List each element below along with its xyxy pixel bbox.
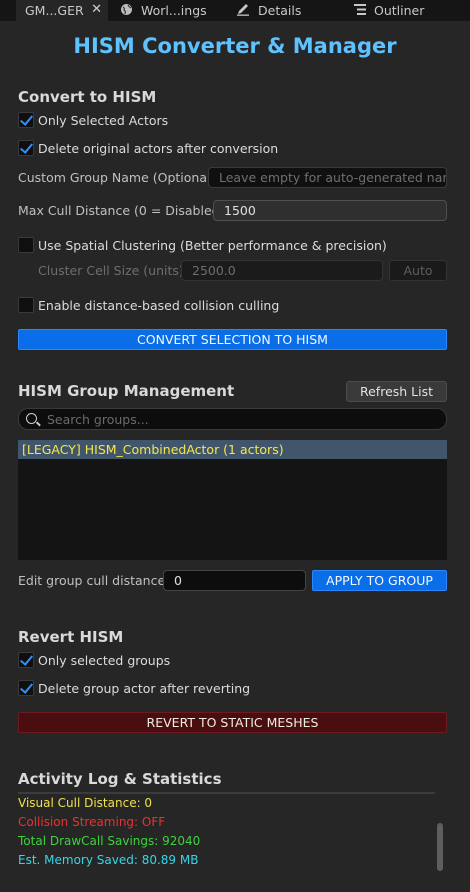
search-groups-input[interactable]: Search groups... bbox=[18, 408, 447, 430]
group-list[interactable]: [LEGACY] HISM_CombinedActor (1 actors) bbox=[18, 440, 447, 560]
outliner-icon bbox=[354, 3, 366, 19]
tab-label: GM...GER bbox=[25, 3, 84, 18]
checkbox-checked-icon[interactable] bbox=[18, 112, 34, 128]
checkbox-unchecked-icon[interactable] bbox=[18, 297, 34, 313]
only-selected-actors-checkbox[interactable]: Only Selected Actors bbox=[18, 111, 168, 129]
revert-section-title: Revert HISM bbox=[18, 628, 124, 646]
tab-gm-manager[interactable]: GM...GER ✕ bbox=[16, 0, 108, 21]
delete-original-checkbox[interactable]: Delete original actors after conversion bbox=[18, 139, 278, 157]
activity-log[interactable]: Visual Cull Distance: 0 Collision Stream… bbox=[18, 793, 436, 879]
page-title: HISM Converter & Manager bbox=[73, 34, 397, 58]
pencil-icon bbox=[236, 3, 250, 19]
spatial-clustering-checkbox[interactable]: Use Spatial Clustering (Better performan… bbox=[18, 236, 387, 254]
tab-world-settings[interactable]: Worl...ings bbox=[120, 0, 207, 21]
checkbox-checked-icon[interactable] bbox=[18, 140, 34, 156]
checkbox-label: Delete group actor after reverting bbox=[38, 680, 251, 696]
tab-bar: GM...GER ✕ Worl...ings Details Outliner bbox=[0, 0, 470, 21]
checkbox-label: Use Spatial Clustering (Better performan… bbox=[38, 237, 387, 253]
revert-to-static-meshes-button[interactable]: REVERT TO STATIC MESHES bbox=[18, 712, 447, 733]
cluster-size-input: 2500.0 bbox=[181, 260, 383, 281]
group-name-input[interactable]: Leave empty for auto-generated name bbox=[208, 167, 447, 188]
group-management-title: HISM Group Management bbox=[18, 382, 235, 400]
log-scrollbar[interactable] bbox=[437, 823, 443, 871]
tab-label: Details bbox=[258, 3, 302, 18]
apply-to-group-button[interactable]: APPLY TO GROUP bbox=[312, 570, 447, 591]
checkbox-label: Delete original actors after conversion bbox=[38, 140, 279, 156]
refresh-list-button[interactable]: Refresh List bbox=[346, 381, 447, 402]
list-item[interactable]: [LEGACY] HISM_CombinedActor (1 actors) bbox=[18, 440, 447, 459]
close-icon[interactable]: ✕ bbox=[91, 2, 102, 17]
checkbox-label: Only Selected Actors bbox=[38, 112, 169, 128]
only-selected-groups-checkbox[interactable]: Only selected groups bbox=[18, 651, 170, 669]
edit-cull-label: Edit group cull distance: bbox=[18, 573, 170, 588]
activity-log-title: Activity Log & Statistics bbox=[18, 770, 222, 788]
log-line: Collision Streaming: OFF bbox=[18, 814, 166, 829]
delete-group-actor-checkbox[interactable]: Delete group actor after reverting bbox=[18, 679, 250, 697]
globe-icon bbox=[120, 3, 133, 19]
checkbox-checked-icon[interactable] bbox=[18, 680, 34, 696]
checkbox-label: Enable distance-based collision culling bbox=[38, 297, 280, 313]
cluster-size-label: Cluster Cell Size (units): bbox=[38, 263, 189, 278]
collision-culling-checkbox[interactable]: Enable distance-based collision culling bbox=[18, 296, 279, 314]
log-line: Visual Cull Distance: 0 bbox=[18, 795, 153, 810]
tab-outliner[interactable]: Outliner bbox=[354, 0, 424, 21]
edit-cull-input[interactable]: 0 bbox=[163, 570, 306, 591]
log-line: Est. Memory Saved: 80.89 MB bbox=[18, 852, 199, 867]
checkbox-checked-icon[interactable] bbox=[18, 652, 34, 668]
search-icon bbox=[26, 413, 37, 424]
group-name-label: Custom Group Name (Optional): bbox=[18, 170, 220, 185]
search-placeholder: Search groups... bbox=[47, 411, 149, 427]
convert-section-title: Convert to HISM bbox=[18, 88, 157, 106]
tab-label: Outliner bbox=[374, 3, 425, 18]
checkbox-label: Only selected groups bbox=[38, 652, 171, 668]
convert-selection-button[interactable]: CONVERT SELECTION TO HISM bbox=[18, 329, 447, 350]
cull-distance-input[interactable]: 1500 bbox=[213, 200, 447, 221]
checkbox-unchecked-icon[interactable] bbox=[18, 237, 34, 253]
cull-distance-label: Max Cull Distance (0 = Disabled): bbox=[18, 203, 229, 218]
tab-label: Worl...ings bbox=[141, 3, 207, 18]
log-line: Total DrawCall Savings: 92040 bbox=[18, 833, 201, 848]
tab-details[interactable]: Details bbox=[236, 0, 301, 21]
auto-button: Auto bbox=[389, 260, 447, 281]
